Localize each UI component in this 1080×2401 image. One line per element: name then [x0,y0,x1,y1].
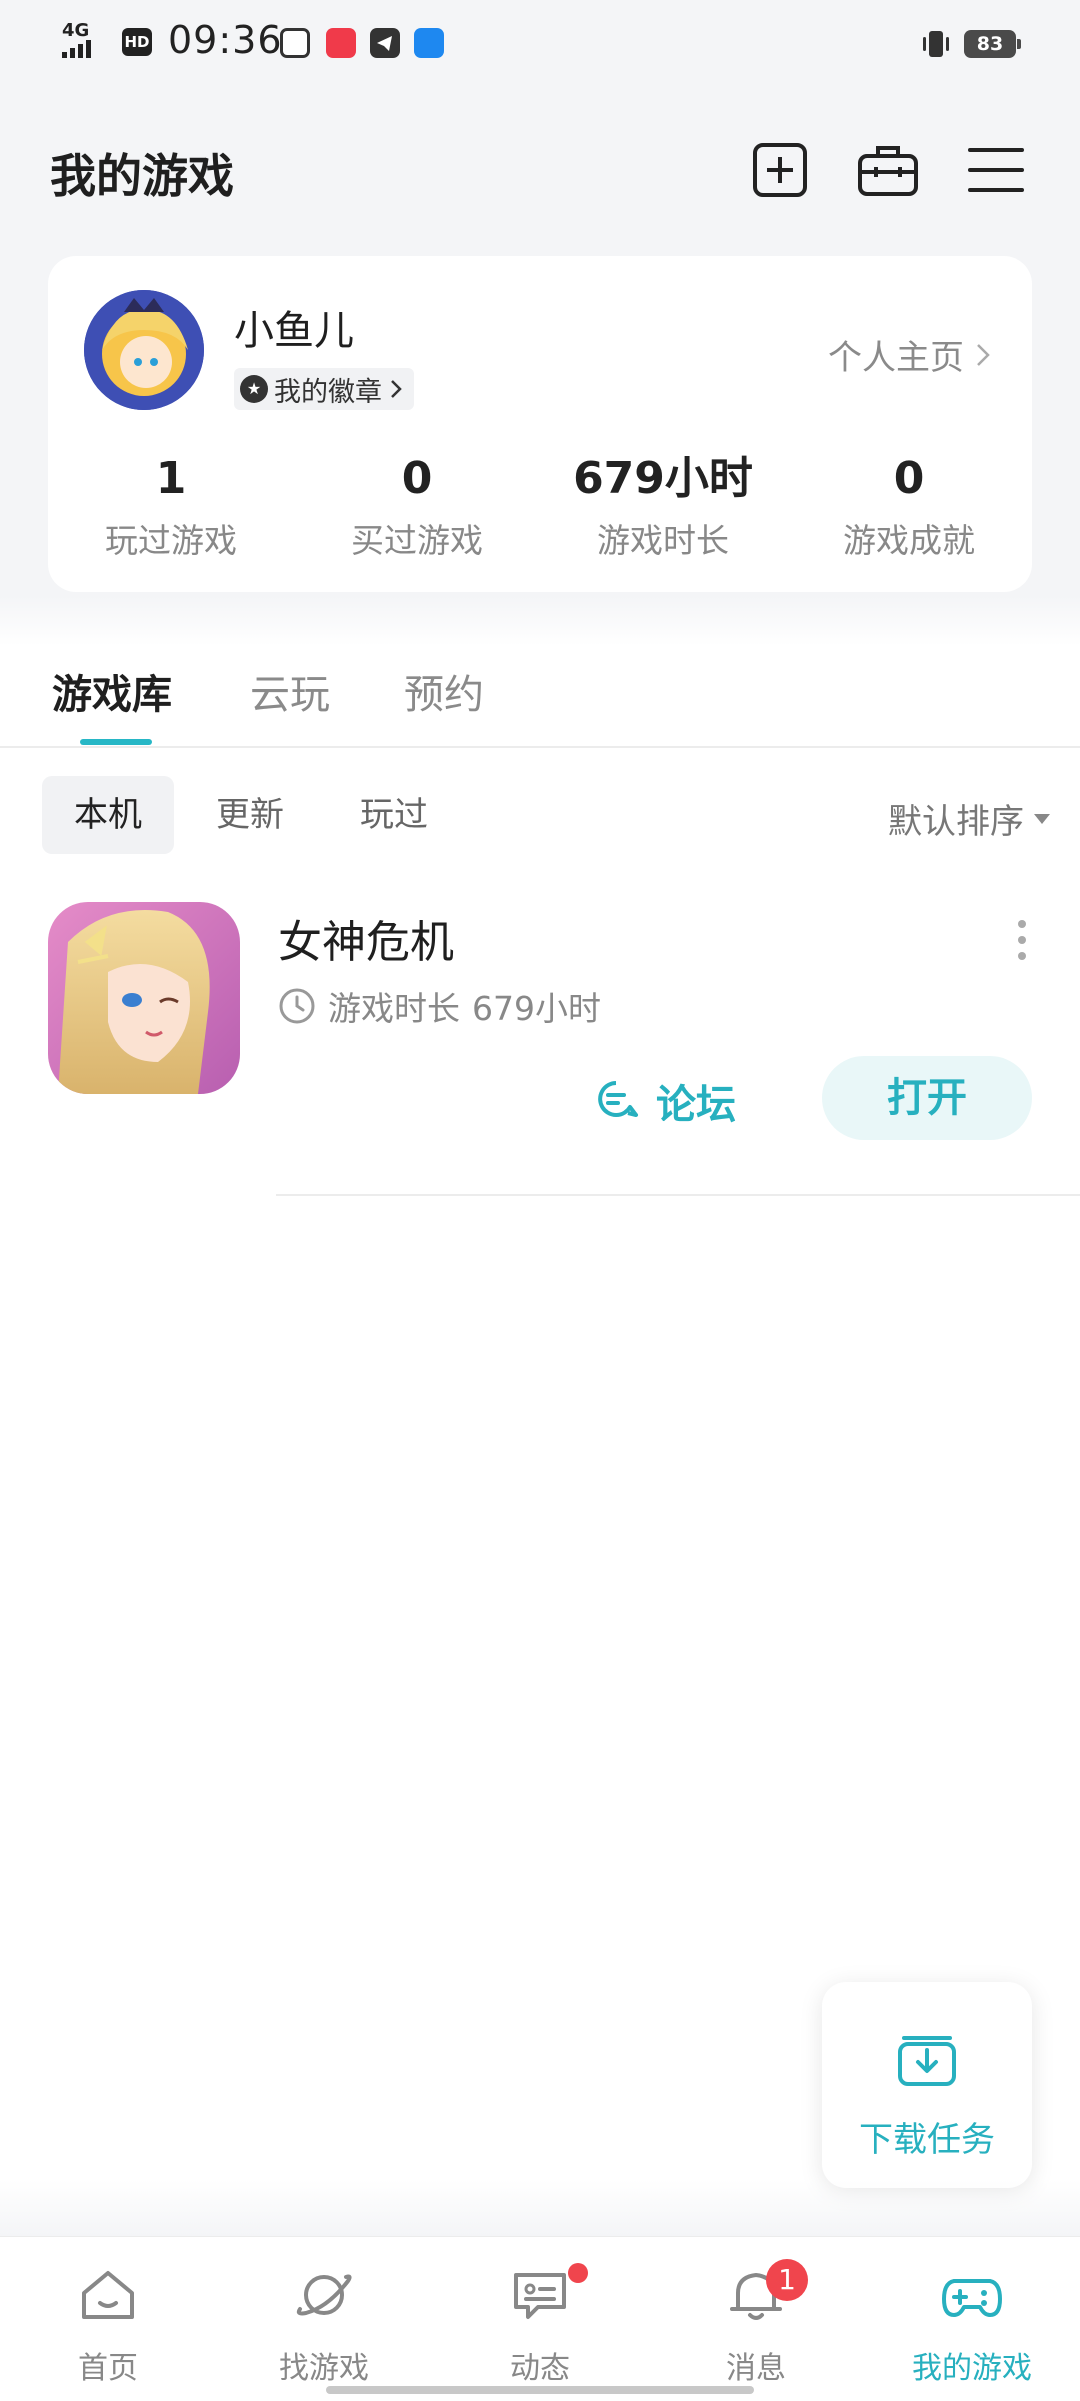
nav-label: 我的游戏 [912,2351,1032,2386]
status-bar: 4G HD 09:36 83 [0,0,1080,90]
download-task-label: 下载任务 [859,2120,995,2160]
stat-value: 0 [893,453,925,504]
open-game-button[interactable]: 打开 [822,1056,1032,1140]
nav-label: 首页 [78,2351,138,2386]
nav-home[interactable]: 首页 [0,2237,216,2401]
stat-play-time[interactable]: 679小时 游戏时长 [540,452,786,562]
more-options-icon[interactable] [1012,920,1032,960]
playtime-value: 679小时 [472,989,601,1028]
playtime-label: 游戏时长 [328,989,460,1028]
nav-discover[interactable]: 找游戏 [216,2237,432,2401]
medal-icon: ★ [240,375,268,403]
my-badges-label: 我的徽章 [274,376,382,408]
nav-messages[interactable]: 1 消息 [648,2237,864,2401]
stat-games-played[interactable]: 1 玩过游戏 [48,452,294,562]
gamepad-icon [942,2279,1002,2317]
page-title: 我的游戏 [50,149,234,203]
tab-cloud-play[interactable]: 云玩 [250,662,330,720]
profile-card[interactable]: 小鱼儿 ★ 我的徽章 个人主页 1 玩过游戏 0 买过游戏 679小时 游戏时长… [48,256,1032,592]
xiaohongshu-icon [326,28,356,58]
stat-value: 0 [401,453,433,504]
download-task-button[interactable]: 下载任务 [822,1982,1032,2188]
bottom-fade [0,2180,1080,2236]
chevron-right-icon [391,380,402,398]
game-icon[interactable] [48,902,240,1094]
sort-label: 默认排序 [888,802,1024,842]
menu-icon[interactable] [966,140,1026,200]
feed-icon [514,2273,566,2319]
nav-label: 动态 [510,2351,570,2386]
feed-notification-dot [568,2263,588,2283]
username: 小鱼儿 [234,308,354,354]
add-square-icon[interactable] [750,140,810,200]
status-time: 09:36 [168,18,283,62]
stat-value: 1 [155,453,187,504]
alipay-icon [414,28,444,58]
gallery-icon [280,28,310,58]
signal-icon [62,40,91,58]
sort-dropdown[interactable]: 默认排序 [888,794,1050,843]
nav-my-games[interactable]: 我的游戏 [864,2237,1080,2401]
forum-label: 论坛 [656,1082,736,1128]
tab-reservations[interactable]: 预约 [404,662,484,720]
nav-feed[interactable]: 动态 [432,2237,648,2401]
homepage-link[interactable]: 个人主页 [828,330,992,379]
hd-indicator: HD [122,28,152,56]
vibrate-icon [918,26,954,71]
stat-label: 游戏时长 [597,521,729,560]
chevron-right-icon [977,343,990,366]
item-divider [276,1194,1080,1196]
forum-icon [598,1081,638,1117]
tab-indicator [80,739,152,745]
toolbox-icon[interactable] [856,140,918,200]
avatar[interactable] [84,290,204,410]
stat-games-bought[interactable]: 0 买过游戏 [294,452,540,562]
home-indicator[interactable] [326,2386,754,2394]
game-title[interactable]: 女神危机 [278,906,454,970]
homepage-link-label: 个人主页 [828,338,964,378]
caret-down-icon [1034,813,1050,824]
game-playtime: 游戏时长 679小时 [278,982,601,1030]
network-type: 4G [62,20,90,41]
clock-icon [279,988,315,1024]
header-fade [0,596,1080,646]
battery-icon: 83 [964,30,1021,58]
my-badges-button[interactable]: ★ 我的徽章 [234,368,414,410]
message-count-badge: 1 [766,2259,808,2301]
subtab-updates[interactable]: 更新 [216,776,284,854]
nav-label: 消息 [726,2351,786,2386]
subtab-local[interactable]: 本机 [42,776,174,854]
stat-label: 买过游戏 [351,521,483,560]
stat-value: 679小时 [573,453,753,504]
stat-label: 玩过游戏 [105,521,237,560]
tab-divider [0,746,1080,748]
nav-label: 找游戏 [279,2351,369,2386]
stat-label: 游戏成就 [843,521,975,560]
stat-achievements[interactable]: 0 游戏成就 [786,452,1032,562]
forum-button[interactable]: 论坛 [594,1072,736,1130]
download-icon [898,2036,956,2086]
planet-icon [296,2274,352,2316]
home-icon [82,2271,134,2319]
telegram-icon [370,28,400,58]
tab-game-library[interactable]: 游戏库 [52,662,172,720]
subtab-played[interactable]: 玩过 [360,776,428,854]
bottom-nav: 首页 找游戏 动态 1 消息 我的游戏 [0,2236,1080,2401]
